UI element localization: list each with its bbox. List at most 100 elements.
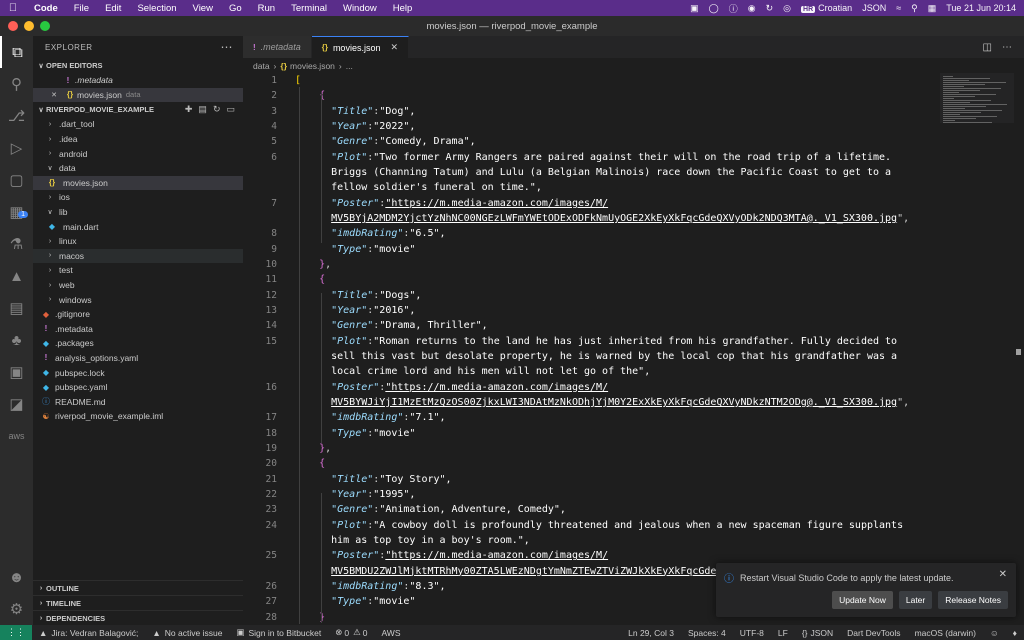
tree-item-folder[interactable]: › .dart_tool xyxy=(33,117,243,132)
run-debug-icon[interactable]: ▷ xyxy=(0,132,33,164)
jira-issue[interactable]: ▲ No active issue xyxy=(145,628,229,638)
code-line[interactable]: "Genre":"Drama, Thriller", xyxy=(295,318,488,333)
code-line[interactable]: "Genre":"Animation, Adventure, Comedy", xyxy=(295,502,566,517)
menu-run[interactable]: Run xyxy=(250,3,283,14)
code-line[interactable]: "Type":"movie" xyxy=(295,242,415,257)
bitbucket-status[interactable]: ▣ Sign in to Bitbucket xyxy=(229,627,328,638)
code-line[interactable]: Briggs (Channing Tatum) and Lulu (a Belg… xyxy=(295,165,891,180)
menu-app-name[interactable]: Code xyxy=(26,3,66,14)
line-ending[interactable]: LF xyxy=(771,628,795,638)
code-line[interactable]: local crime lord and his men will not le… xyxy=(295,364,650,379)
code-line[interactable]: "Title":"Toy Story", xyxy=(295,472,451,487)
code-line[interactable]: "Plot":"Roman returns to the land he has… xyxy=(295,334,897,349)
code-line[interactable]: "Plot":"A cowboy doll is profoundly thre… xyxy=(295,518,903,533)
code-line[interactable]: "Poster":"https://m.media-amazon.com/ima… xyxy=(295,196,608,211)
folder-icon[interactable]: ▤ xyxy=(0,292,33,324)
tree-item-folder-open[interactable]: ∨ data xyxy=(33,161,243,176)
explorer-icon[interactable]: ⧉ xyxy=(0,36,33,68)
tree-item-file-active[interactable]: {} movies.json xyxy=(33,175,243,191)
breadcrumb-file[interactable]: movies.json xyxy=(290,61,335,71)
json-indicator[interactable]: JSON xyxy=(862,3,886,13)
code-line[interactable]: "Type":"movie" xyxy=(295,594,415,609)
menu-window[interactable]: Window xyxy=(335,3,385,14)
dart-devtools[interactable]: Dart DevTools xyxy=(840,628,907,638)
tree-item-folder[interactable]: › android xyxy=(33,146,243,161)
menu-datetime[interactable]: Tue 21 Jun 20:14 xyxy=(946,3,1016,13)
more-actions-icon[interactable]: ⋯ xyxy=(1002,42,1012,53)
search-icon[interactable]: ⚲ xyxy=(911,3,918,14)
code-line[interactable]: "Plot":"Two former Army Rangers are pair… xyxy=(295,150,891,165)
code-line[interactable]: fellow soldier's funeral on time.", xyxy=(295,180,542,195)
code-line[interactable]: MV5BYWJiYjI1MzEtMzQzOS00ZjkxLWI3NDAtMzNk… xyxy=(295,395,909,410)
shield-icon[interactable]: ◯ xyxy=(709,3,719,14)
project-section[interactable]: ∨ RIVERPOD_MOVIE_EXAMPLE ✚ ▤ ↻ ▭ xyxy=(33,102,243,117)
breadcrumb-more[interactable]: ... xyxy=(346,61,353,71)
feedback-icon[interactable]: ☺ xyxy=(983,628,1006,638)
close-icon[interactable]: ✕ xyxy=(999,569,1007,580)
tree-item-file[interactable]: ◆ main.dart xyxy=(33,219,243,234)
tree-icon[interactable]: ♣ xyxy=(0,324,33,356)
wifi-icon[interactable]: ≈ xyxy=(896,3,901,13)
aws-icon[interactable]: aws xyxy=(0,420,33,452)
code-line[interactable]: "imdbRating":"8.3", xyxy=(295,579,445,594)
open-editor-item[interactable]: ! .metadata xyxy=(33,73,243,88)
close-icon[interactable]: ✕ xyxy=(49,91,59,99)
input-source[interactable]: HR Croatian xyxy=(801,3,852,13)
tree-item-file[interactable]: ☯ riverpod_movie_example.iml xyxy=(33,409,243,424)
atlassian-icon[interactable]: ▲ xyxy=(0,260,33,292)
tree-item-file[interactable]: ◆ .packages xyxy=(33,336,243,351)
code-line[interactable]: "imdbRating":"6.5", xyxy=(295,226,445,241)
close-icon[interactable]: ✕ xyxy=(390,42,398,53)
tree-item-folder[interactable]: › .idea xyxy=(33,132,243,147)
tree-item-file[interactable]: ◆ pubspec.yaml xyxy=(33,380,243,395)
tree-item-file[interactable]: ◆ .gitignore xyxy=(33,307,243,322)
tree-item-file[interactable]: ◆ pubspec.lock xyxy=(33,365,243,380)
menu-edit[interactable]: Edit xyxy=(97,3,129,14)
code-review-icon[interactable]: ◪ xyxy=(0,388,33,420)
breadcrumb-folder[interactable]: data xyxy=(253,61,270,71)
indentation[interactable]: Spaces: 4 xyxy=(681,628,733,638)
code-line[interactable]: MV5BYjA2MDM2YjctYzNhNC00NGEzLWFmYWEtODEx… xyxy=(295,211,909,226)
tree-item-folder[interactable]: › windows xyxy=(33,292,243,307)
gear-icon[interactable]: ⚙ xyxy=(0,593,33,625)
outline-section[interactable]: › OUTLINE xyxy=(33,580,243,595)
control-center-icon[interactable]: ▦ xyxy=(928,3,937,14)
collapse-all-icon[interactable]: ▭ xyxy=(226,104,235,115)
code-line[interactable]: "Title":"Dogs", xyxy=(295,288,421,303)
open-editors-section[interactable]: ∨ OPEN EDITORS xyxy=(33,58,243,73)
jira-status[interactable]: ▲ Jira: Vedran Balagović; xyxy=(32,628,145,638)
menu-terminal[interactable]: Terminal xyxy=(283,3,335,14)
info-circle-icon[interactable]: ⓘ xyxy=(729,2,738,15)
tree-item-folder[interactable]: › macos xyxy=(33,248,243,264)
code-line[interactable]: "Poster":"https://m.media-amazon.com/ima… xyxy=(295,548,608,563)
docker-icon[interactable]: ▣ xyxy=(0,356,33,388)
eye-icon[interactable]: ◎ xyxy=(783,3,791,14)
code-line[interactable]: sell this vast but desolate property, he… xyxy=(295,349,897,364)
timeline-section[interactable]: › TIMELINE xyxy=(33,595,243,610)
code-line[interactable]: "imdbRating":"7.1", xyxy=(295,410,445,425)
tree-item-file[interactable]: ! .metadata xyxy=(33,322,243,337)
code-line[interactable]: "Type":"movie" xyxy=(295,426,415,441)
language-mode[interactable]: {} JSON xyxy=(795,628,840,638)
tab-movies-json[interactable]: {} movies.json ✕ xyxy=(311,36,410,58)
code-line[interactable]: "Year":"2022", xyxy=(295,119,415,134)
code-line[interactable]: "Title":"Dog", xyxy=(295,104,415,119)
tree-item-folder-open[interactable]: ∨ lib xyxy=(33,205,243,220)
platform[interactable]: macOS (darwin) xyxy=(908,628,983,638)
docker-icon[interactable]: ▣ xyxy=(690,3,699,14)
new-file-icon[interactable]: ✚ xyxy=(185,104,193,115)
more-actions-icon[interactable]: ⋯ xyxy=(221,40,244,54)
minimap[interactable] xyxy=(940,73,1014,123)
zoom-window-button[interactable] xyxy=(40,21,50,31)
remote-explorer-icon[interactable]: ▢ xyxy=(0,164,33,196)
tree-item-folder[interactable]: › web xyxy=(33,278,243,293)
menu-view[interactable]: View xyxy=(185,3,221,14)
release-notes-button[interactable]: Release Notes xyxy=(938,591,1008,609)
open-editor-item-active[interactable]: ✕ {} movies.json data xyxy=(33,87,243,103)
remote-indicator[interactable]: ⋮⋮ xyxy=(0,625,32,640)
later-button[interactable]: Later xyxy=(898,591,933,609)
code-editor[interactable]: 1[2 {3 "Title":"Dog", 4 "Year":"2022", 5 "… xyxy=(243,73,1024,625)
code-line[interactable]: "Genre":"Comedy, Drama", xyxy=(295,134,476,149)
menu-selection[interactable]: Selection xyxy=(129,3,184,14)
tree-item-folder[interactable]: › test xyxy=(33,263,243,278)
